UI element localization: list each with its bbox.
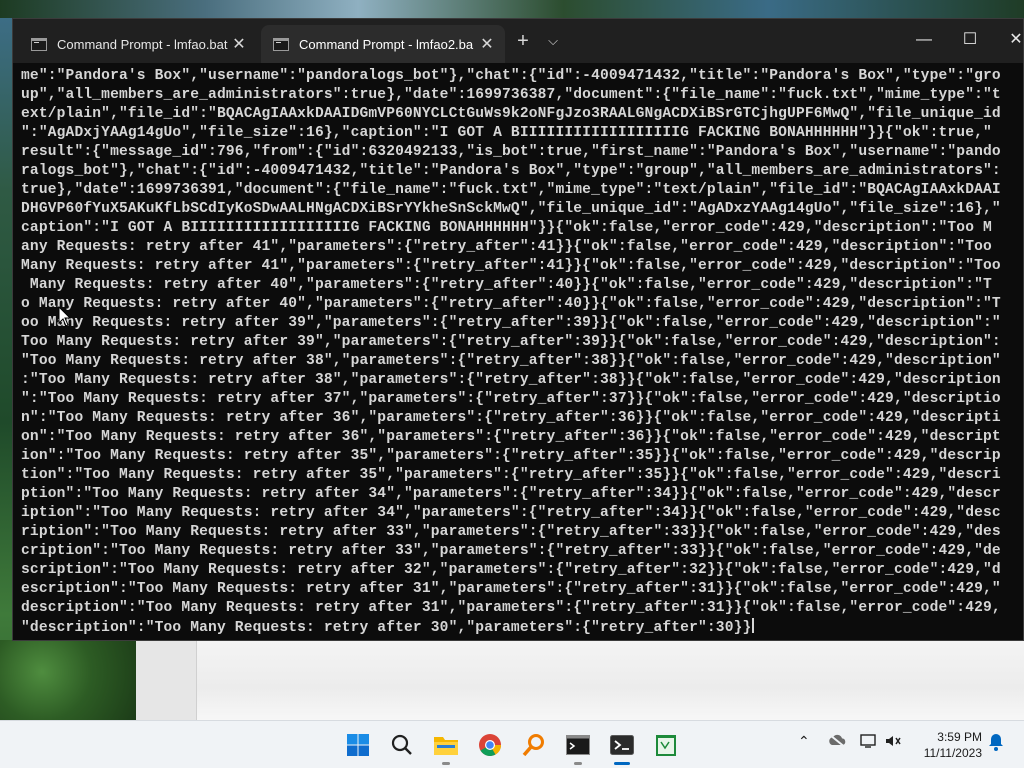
console-line: me":"Pandora's Box","username":"pandoral… [21, 68, 1001, 84]
file-explorer-icon [434, 737, 458, 755]
console-line: up","all_members_are_administrators":tru… [21, 87, 1001, 103]
taskbar-file-explorer[interactable] [428, 727, 464, 765]
console-line: Many Requests: retry after 40","paramete… [21, 277, 992, 293]
notepad-icon [656, 735, 676, 756]
console-line: n":"Too Many Requests: retry after 36","… [21, 410, 1001, 426]
mouse-pointer-icon [58, 306, 72, 327]
console-line: o Many Requests: retry after 40","parame… [21, 296, 1001, 312]
tab-close-icon[interactable]: ✕ [229, 34, 249, 54]
background-window-edge [136, 640, 197, 720]
tab-lmfao2-bat[interactable]: Command Prompt - lmfao2.ba ✕ [261, 25, 505, 63]
console-line: ":"Too Many Requests: retry after 37","p… [21, 391, 1001, 407]
console-line: tion":"Too Many Requests: retry after 35… [21, 467, 1001, 483]
console-line: ion":"Too Many Requests: retry after 35"… [21, 448, 1001, 464]
show-hidden-icons-button[interactable]: ⌃ [798, 733, 810, 750]
running-indicator [574, 762, 582, 765]
tab-label: Command Prompt - lmfao.bat [57, 36, 228, 52]
console-line: ription":"Too Many Requests: retry after… [21, 524, 1001, 540]
console-line: ralogs_bot"},"chat":{"id":-4009471432,"t… [21, 163, 1001, 179]
console-line: ":"AgADxjYAAg14gUo","file_size":16},"cap… [21, 125, 992, 141]
onedrive-icon[interactable] [828, 733, 848, 752]
desktop-wallpaper-left [0, 640, 140, 720]
background-window[interactable] [136, 640, 1024, 720]
title-bar[interactable]: Command Prompt - lmfao.bat ✕ Command Pro… [13, 19, 1023, 63]
text-cursor [752, 618, 755, 633]
network-icon[interactable] [860, 733, 878, 752]
tab-close-icon[interactable]: ✕ [477, 34, 497, 54]
taskbar: ⌃ 3:59 PM 11/11/2023 [0, 720, 1024, 768]
console-line: any Requests: retry after 41","parameter… [21, 239, 992, 255]
cmd-tab-icon [31, 37, 47, 51]
start-icon [347, 734, 369, 756]
volume-icon[interactable] [884, 733, 902, 752]
console-line: oo Many Requests: retry after 39","param… [21, 315, 1001, 331]
console-line: ption":"Too Many Requests: retry after 3… [21, 486, 1001, 502]
search-tool-icon [522, 734, 544, 757]
minimize-button[interactable]: — [901, 25, 947, 57]
taskbar-notepad[interactable] [648, 727, 684, 763]
console-line: ext/plain","file_id":"BQACAgIAAxkDAAIDGm… [21, 106, 1001, 122]
console-line: cription":"Too Many Requests: retry afte… [21, 543, 1001, 559]
console-line: DHGVP60fYuX5AKuKfLbSCdIyKoSDwAALHNgACDXi… [21, 201, 1001, 217]
console-line: result":{"message_id":796,"from":{"id":6… [21, 144, 1001, 160]
clock-date: 11/11/2023 [923, 746, 982, 760]
console-line: :"Too Many Requests: retry after 38","pa… [21, 372, 1001, 388]
search-button[interactable] [384, 727, 420, 763]
console-line: "description":"Too Many Requests: retry … [21, 618, 1023, 637]
console-line: scription":"Too Many Requests: retry aft… [21, 562, 1001, 578]
taskbar-chrome[interactable] [472, 727, 508, 763]
taskbar-command-prompt[interactable] [560, 727, 596, 765]
console-line: Too Many Requests: retry after 39","para… [21, 334, 1001, 350]
close-button[interactable]: ✕ [993, 25, 1024, 57]
console-line: on":"Too Many Requests: retry after 36",… [21, 429, 1001, 445]
tab-dropdown-button[interactable]: ⌵ [539, 27, 567, 55]
search-icon [391, 734, 412, 755]
console-line: iption":"Too Many Requests: retry after … [21, 505, 1001, 521]
console-line: escription":"Too Many Requests: retry af… [21, 581, 1001, 597]
cmd-tab-icon [273, 37, 289, 51]
new-tab-button[interactable]: + [509, 27, 537, 55]
console-line: "Too Many Requests: retry after 38","par… [21, 353, 1001, 369]
start-button[interactable] [340, 727, 376, 763]
running-indicator [614, 762, 630, 765]
tab-label: Command Prompt - lmfao2.ba [299, 36, 474, 52]
console-line: caption":"I GOT A BIIIIIIIIIIIIIIIIIIG F… [21, 220, 992, 236]
tab-lmfao-bat[interactable]: Command Prompt - lmfao.bat ✕ [19, 25, 257, 63]
taskbar-terminal[interactable] [604, 727, 640, 765]
running-indicator [442, 762, 450, 765]
console-line: true},"date":1699736391,"document":{"fil… [21, 182, 1001, 198]
command-prompt-icon [566, 735, 590, 755]
taskbar-clock[interactable]: 3:59 PM 11/11/2023 [912, 729, 982, 761]
console-line: Many Requests: retry after 41","paramete… [21, 258, 1001, 274]
terminal-icon [610, 735, 634, 755]
console-output[interactable]: me":"Pandora's Box","username":"pandoral… [13, 63, 1023, 640]
clock-time: 3:59 PM [937, 730, 982, 744]
console-line: description":"Too Many Requests: retry a… [21, 600, 1001, 616]
desktop-wallpaper-top [0, 0, 1024, 18]
chrome-icon [479, 734, 501, 756]
notification-bell-icon[interactable] [988, 733, 1004, 754]
maximize-button[interactable]: ☐ [947, 25, 993, 57]
taskbar-search-tool[interactable] [516, 727, 552, 763]
terminal-window: Command Prompt - lmfao.bat ✕ Command Pro… [12, 18, 1024, 641]
